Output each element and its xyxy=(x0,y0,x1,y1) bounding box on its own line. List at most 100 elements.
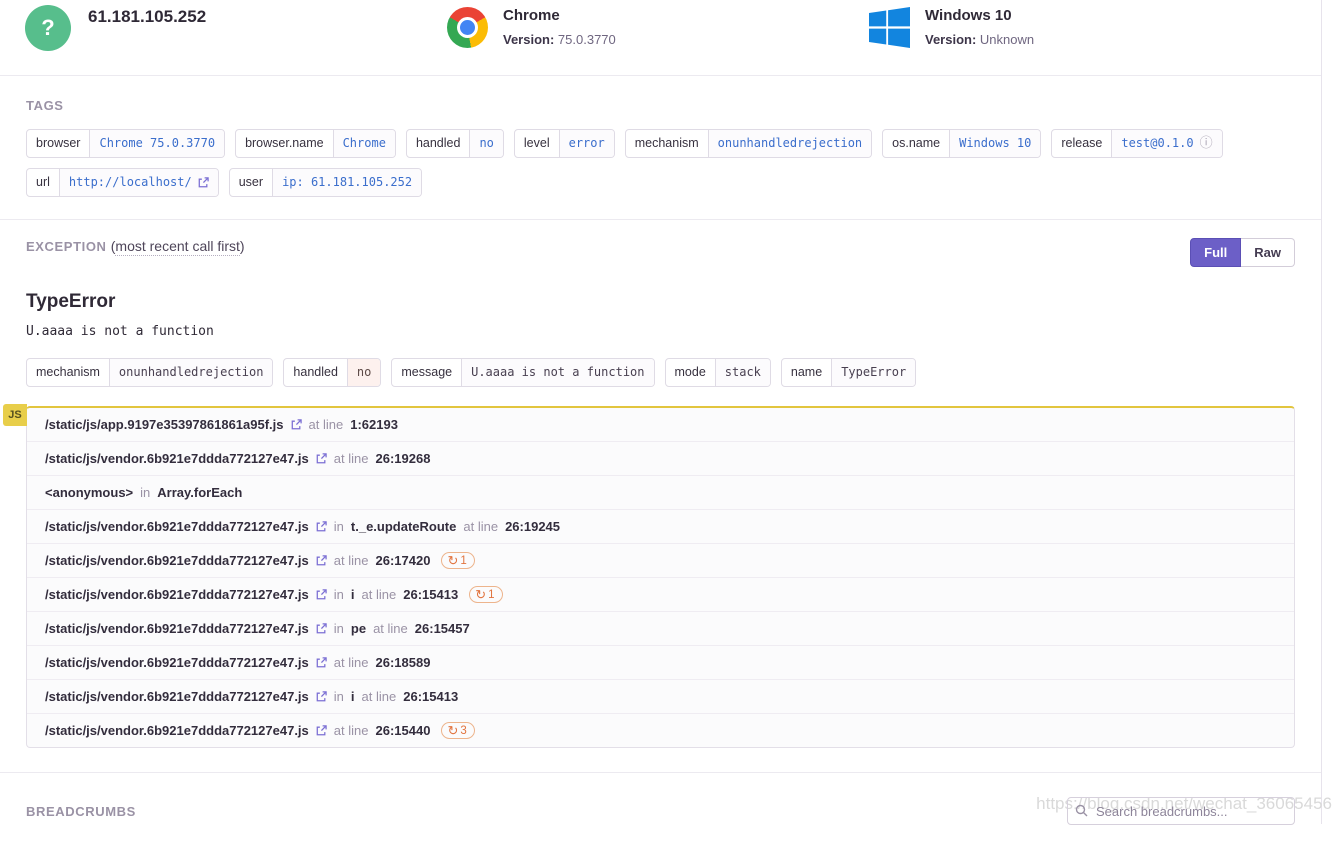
frame-line-number: 26:19268 xyxy=(375,451,431,466)
at-line-label: at line xyxy=(361,587,397,602)
user-ip-title: 61.181.105.252 xyxy=(88,7,207,26)
subtitle-close-paren: ) xyxy=(239,238,245,254)
frame-function: i xyxy=(350,587,355,602)
browser-version: Version: 75.0.3770 xyxy=(503,32,616,47)
stack-frame-row[interactable]: /static/js/app.9197e35397861861a95f.js at… xyxy=(27,408,1294,441)
stack-frame-row[interactable]: /static/js/vendor.6b921e7ddda772127e47.j… xyxy=(27,713,1294,747)
tag-key[interactable]: handled xyxy=(407,130,470,157)
in-label: in xyxy=(140,485,151,500)
version-value: Unknown xyxy=(979,31,1035,47)
browser-context: Chrome Version: 75.0.3770 xyxy=(447,7,616,48)
tag-key[interactable]: mechanism xyxy=(626,130,708,157)
external-link-icon[interactable] xyxy=(316,657,327,668)
external-link-icon[interactable] xyxy=(316,555,327,566)
in-label: in xyxy=(333,587,344,602)
tag-value[interactable]: onunhandledrejection xyxy=(707,130,872,157)
frame-line-number: 26:15413 xyxy=(403,689,459,704)
at-line-label: at line xyxy=(463,519,499,534)
frame-line-number: 26:17420 xyxy=(375,553,431,568)
event-detail-page: ? 61.181.105.252 Chrome Version: 75.0.37… xyxy=(0,0,1322,825)
tag-value[interactable]: Chrome 75.0.3770 xyxy=(89,130,225,157)
repeat-count-badge: ↻ 3 xyxy=(441,722,475,739)
frame-line-number: 26:19245 xyxy=(505,519,561,534)
stack-frame-row[interactable]: /static/js/vendor.6b921e7ddda772127e47.j… xyxy=(27,611,1294,645)
event-header: ? 61.181.105.252 Chrome Version: 75.0.37… xyxy=(0,0,1321,76)
stacktrace-container: JS /static/js/app.9197e35397861861a95f.j… xyxy=(3,404,1295,748)
exception-meta-pills: mechanism onunhandledrejection handled no me… xyxy=(26,358,1295,387)
tag-key[interactable]: user xyxy=(230,169,272,196)
tag-key[interactable]: level xyxy=(515,130,559,157)
os-name: Windows 10 xyxy=(925,7,1012,24)
external-link-icon[interactable] xyxy=(316,623,327,634)
external-link-icon[interactable] xyxy=(316,453,327,464)
tag-value[interactable]: test@0.1.0 ⓘ xyxy=(1111,130,1222,157)
info-icon[interactable]: ⓘ xyxy=(1200,131,1213,156)
tag-key[interactable]: url xyxy=(27,169,59,196)
repeat-count-badge: ↻ 1 xyxy=(469,586,503,603)
stack-frame-row[interactable]: /static/js/vendor.6b921e7ddda772127e47.j… xyxy=(27,441,1294,475)
external-link-icon[interactable] xyxy=(316,691,327,702)
tag-key[interactable]: browser xyxy=(27,130,89,157)
frame-line-number: 26:18589 xyxy=(375,655,431,670)
stack-frame-row[interactable]: /static/js/vendor.6b921e7ddda772127e47.j… xyxy=(27,645,1294,679)
in-label: in xyxy=(333,621,344,636)
repeat-icon: ↻ xyxy=(447,553,459,568)
version-value: 75.0.3770 xyxy=(557,31,616,47)
tag-value[interactable]: http://localhost/ xyxy=(58,169,218,196)
tag-pill: handled no xyxy=(283,358,382,387)
tag-value[interactable]: Windows 10 xyxy=(949,130,1041,157)
external-link-icon[interactable] xyxy=(198,177,209,188)
tag-value[interactable]: ip: 61.181.105.252 xyxy=(272,169,422,196)
full-view-button[interactable]: Full xyxy=(1190,238,1242,267)
tag-key[interactable]: release xyxy=(1052,130,1111,157)
stack-frame-row[interactable]: /static/js/vendor.6b921e7ddda772127e47.j… xyxy=(27,543,1294,577)
tag-value: stack xyxy=(714,359,770,386)
stack-frame-row[interactable]: /static/js/vendor.6b921e7ddda772127e47.j… xyxy=(27,577,1294,611)
search-icon xyxy=(1075,804,1088,822)
frame-path: /static/js/vendor.6b921e7ddda772127e47.j… xyxy=(45,519,309,534)
tag-key[interactable]: os.name xyxy=(883,130,949,157)
tag-value: TypeError xyxy=(831,359,916,386)
tag-pill: level error xyxy=(513,129,615,158)
exception-title-text: EXCEPTION xyxy=(26,239,107,254)
tag-pill: handled no xyxy=(405,129,504,158)
tag-pill: user ip: 61.181.105.252 xyxy=(228,168,423,197)
search-breadcrumbs-input[interactable] xyxy=(1067,797,1295,825)
tag-value[interactable]: no xyxy=(469,130,503,157)
stacktrace-panel: /static/js/app.9197e35397861861a95f.js at… xyxy=(26,406,1295,748)
stack-frame-row[interactable]: <anonymous> in Array.forEach xyxy=(27,475,1294,509)
tag-key: handled xyxy=(293,365,338,379)
tag-value[interactable]: Chrome xyxy=(332,130,395,157)
tags-section-title: TAGS xyxy=(26,98,64,113)
external-link-icon[interactable] xyxy=(316,725,327,736)
repeat-count: 3 xyxy=(460,724,467,737)
repeat-icon: ↻ xyxy=(447,723,459,738)
repeat-count: 1 xyxy=(488,588,495,601)
tag-pill: name TypeError xyxy=(780,358,917,387)
user-avatar-question-icon: ? xyxy=(25,5,71,51)
repeat-count: 1 xyxy=(460,554,467,567)
tag-key: mode xyxy=(674,365,706,379)
tag-pill: url http://localhost/ xyxy=(26,168,219,197)
os-version: Version: Unknown xyxy=(925,32,1034,47)
frame-function: Array.forEach xyxy=(157,485,243,500)
frame-path: /static/js/vendor.6b921e7ddda772127e47.j… xyxy=(45,621,309,636)
tag-value[interactable]: error xyxy=(558,130,614,157)
version-label: Version: xyxy=(925,31,977,47)
at-line-label: at line xyxy=(361,689,397,704)
tag-pill: message U.aaaa is not a function xyxy=(391,358,655,387)
stack-frame-row[interactable]: /static/js/vendor.6b921e7ddda772127e47.j… xyxy=(27,509,1294,543)
platform-js-badge: JS xyxy=(3,404,27,426)
stack-frame-row[interactable]: /static/js/vendor.6b921e7ddda772127e47.j… xyxy=(27,679,1294,713)
at-line-label: at line xyxy=(333,655,369,670)
frame-path: <anonymous> xyxy=(45,485,134,500)
frame-line-number: 26:15413 xyxy=(403,587,459,602)
external-link-icon[interactable] xyxy=(291,419,302,430)
external-link-icon[interactable] xyxy=(316,521,327,532)
raw-view-button[interactable]: Raw xyxy=(1241,238,1295,267)
tag-key[interactable]: browser.name xyxy=(236,130,333,157)
external-link-icon[interactable] xyxy=(316,589,327,600)
tag-pill: mechanism onunhandledrejection xyxy=(26,358,274,387)
tag-value: U.aaaa is not a function xyxy=(461,359,654,386)
tag-row: browser Chrome 75.0.3770 browser.name Chrom… xyxy=(26,129,1295,158)
